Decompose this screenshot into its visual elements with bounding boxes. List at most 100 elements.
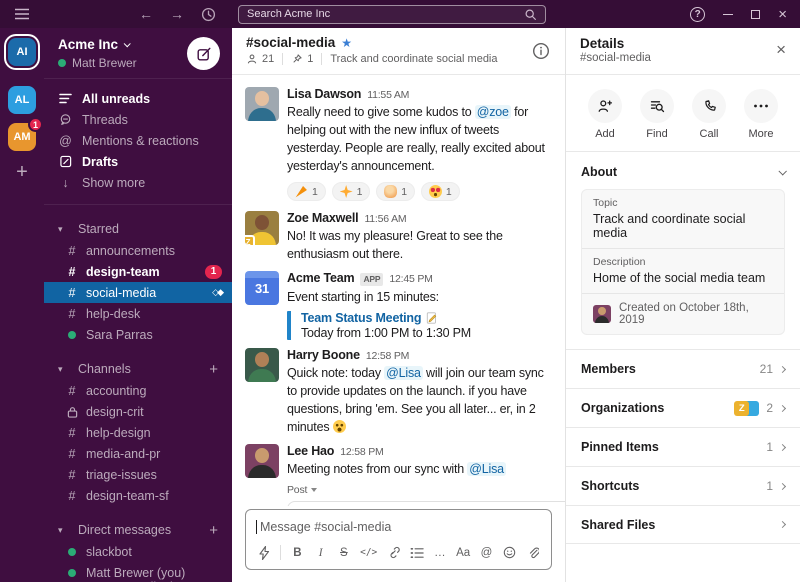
info-icon[interactable]	[532, 42, 550, 60]
find-button[interactable]: Find	[640, 89, 674, 140]
post-file-card[interactable]: 1/9 Meeting Notes Last edited just now	[287, 500, 565, 506]
details-row-organizations[interactable]: Organizations Z 2	[566, 388, 800, 427]
section-channels[interactable]: ▾ Channels +	[44, 358, 232, 380]
sidebar-item-design-team-sf[interactable]: # design-team-sf	[44, 485, 232, 506]
code-button[interactable]: </>	[360, 547, 377, 558]
workspace-am[interactable]: AM 1	[8, 117, 43, 151]
add-dm-button[interactable]: +	[209, 522, 218, 539]
shortcuts-lightning-icon[interactable]	[257, 545, 271, 560]
close-icon[interactable]: ×	[776, 41, 786, 58]
message-author[interactable]: Harry Boone	[287, 348, 360, 362]
avatar[interactable]: Z	[245, 211, 279, 245]
text-format-toggle[interactable]: Aa	[456, 547, 470, 559]
call-button[interactable]: Call	[692, 89, 726, 140]
italic-button[interactable]: I	[314, 547, 328, 559]
sidebar-item-accounting[interactable]: # accounting	[44, 380, 232, 401]
channel-topic[interactable]: Track and coordinate social media	[330, 53, 497, 65]
section-starred[interactable]: ▾ Starred	[44, 218, 232, 240]
sidebar-item-media-and-pr[interactable]: # media-and-pr	[44, 443, 232, 464]
message-list[interactable]: Lisa Dawson 11:55 AM Really need to give…	[232, 75, 565, 506]
sidebar-item-all-unreads[interactable]: All unreads	[44, 88, 232, 109]
star-icon[interactable]: ★	[341, 36, 352, 50]
channel-name[interactable]: #social-media	[246, 35, 335, 50]
hamburger-menu-icon[interactable]	[0, 8, 44, 20]
message: Lee Hao 12:58 PM Meeting notes from our …	[232, 439, 565, 506]
message-composer[interactable]: Message #social-media B I S </> … Aa @	[245, 509, 552, 570]
mention-lisa[interactable]: @Lisa	[467, 461, 506, 476]
workspace-al[interactable]: AL	[8, 86, 36, 114]
mention-button[interactable]: @	[479, 547, 493, 559]
more-formatting-button[interactable]: …	[433, 547, 447, 559]
sidebar-item-triage-issues[interactable]: # triage-issues	[44, 464, 232, 485]
creator-avatar[interactable]	[593, 305, 611, 323]
emoji-button[interactable]	[503, 546, 517, 559]
add-workspace-button[interactable]: +	[16, 162, 28, 182]
mention-zoe[interactable]: @zoe	[474, 105, 511, 119]
window-maximize-button[interactable]	[751, 9, 761, 19]
drafts-icon	[58, 155, 73, 168]
message-author[interactable]: Zoe Maxwell	[287, 211, 359, 225]
reaction-clap[interactable]: 1	[376, 182, 415, 201]
strikethrough-button[interactable]: S	[337, 547, 351, 559]
row-count: 1	[766, 440, 773, 454]
link-button[interactable]	[386, 546, 400, 559]
reaction-tada[interactable]: 1	[287, 182, 326, 201]
post-type-label[interactable]: Post	[287, 484, 553, 496]
sidebar-item-show-more[interactable]: ↓ Show more	[44, 172, 232, 193]
member-count[interactable]: 21	[246, 53, 274, 65]
dm-label: slackbot	[86, 544, 132, 559]
calendar-app-avatar[interactable]: 31	[245, 271, 279, 305]
attach-file-button[interactable]	[526, 546, 540, 560]
sidebar-item-announcements[interactable]: # announcements	[44, 240, 232, 261]
message-input[interactable]: Message #social-media	[246, 510, 551, 540]
help-icon[interactable]: ?	[690, 6, 706, 22]
about-section-toggle[interactable]: About	[566, 152, 800, 189]
section-direct-messages[interactable]: ▾ Direct messages +	[44, 519, 232, 541]
reaction-sparkles[interactable]: 1	[331, 182, 371, 201]
more-button[interactable]: More	[744, 89, 778, 140]
message-author[interactable]: Lee Hao	[287, 444, 334, 458]
new-message-button[interactable]	[187, 37, 220, 70]
ordered-list-button[interactable]	[410, 547, 424, 559]
sidebar-item-sara-parras[interactable]: Sara Parras	[44, 324, 232, 345]
row-count: 21	[759, 362, 773, 376]
sidebar-item-help-desk[interactable]: # help-desk	[44, 303, 232, 324]
pinned-count[interactable]: 1	[291, 53, 313, 65]
history-clock-icon[interactable]	[201, 7, 216, 22]
avatar[interactable]	[245, 87, 279, 121]
bold-button[interactable]: B	[290, 547, 304, 559]
message: Lisa Dawson 11:55 AM Really need to give…	[232, 82, 565, 206]
sidebar-item-drafts[interactable]: Drafts	[44, 151, 232, 172]
mention-lisa[interactable]: @Lisa	[384, 365, 423, 380]
avatar[interactable]	[245, 443, 279, 478]
details-row-members[interactable]: Members 21	[566, 349, 800, 388]
sidebar-item-slackbot[interactable]: slackbot	[44, 541, 232, 562]
sidebar-item-design-crit[interactable]: design-crit	[44, 401, 232, 422]
avatar[interactable]	[245, 347, 279, 382]
add-channel-button[interactable]: +	[209, 361, 218, 378]
about-title: About	[581, 165, 618, 179]
message-author[interactable]: Acme Team	[287, 271, 355, 285]
sidebar-item-label: Show more	[82, 175, 146, 190]
sidebar-item-mentions[interactable]: @ Mentions & reactions	[44, 130, 232, 151]
topic-section[interactable]: Topic Track and coordinate social media	[582, 190, 784, 249]
workspace-acme-inc[interactable]: AI	[8, 38, 36, 66]
description-section[interactable]: Description Home of the social media tea…	[582, 249, 784, 294]
search-input[interactable]: Search Acme Inc	[238, 4, 546, 24]
event-link[interactable]: Team Status Meeting	[301, 311, 421, 325]
history-back-icon[interactable]: ←	[139, 7, 153, 21]
history-forward-icon[interactable]: →	[170, 7, 184, 21]
sidebar-item-label: Threads	[82, 112, 128, 127]
reaction-heart-eyes[interactable]: 1	[420, 182, 460, 201]
window-minimize-button[interactable]	[723, 13, 734, 15]
sidebar-item-design-team[interactable]: # design-team 1	[44, 261, 232, 282]
window-close-button[interactable]: ×	[778, 7, 787, 22]
details-row-pinned-items[interactable]: Pinned Items 1	[566, 427, 800, 466]
add-people-button[interactable]: Add	[588, 89, 622, 140]
sidebar-item-help-design[interactable]: # help-design	[44, 422, 232, 443]
details-row-shared-files[interactable]: Shared Files	[566, 505, 800, 544]
sidebar-item-threads[interactable]: Threads	[44, 109, 232, 130]
message-author[interactable]: Lisa Dawson	[287, 87, 361, 101]
details-row-shortcuts[interactable]: Shortcuts 1	[566, 466, 800, 505]
sidebar-item-social-media[interactable]: # social-media ◇◆	[44, 282, 232, 303]
